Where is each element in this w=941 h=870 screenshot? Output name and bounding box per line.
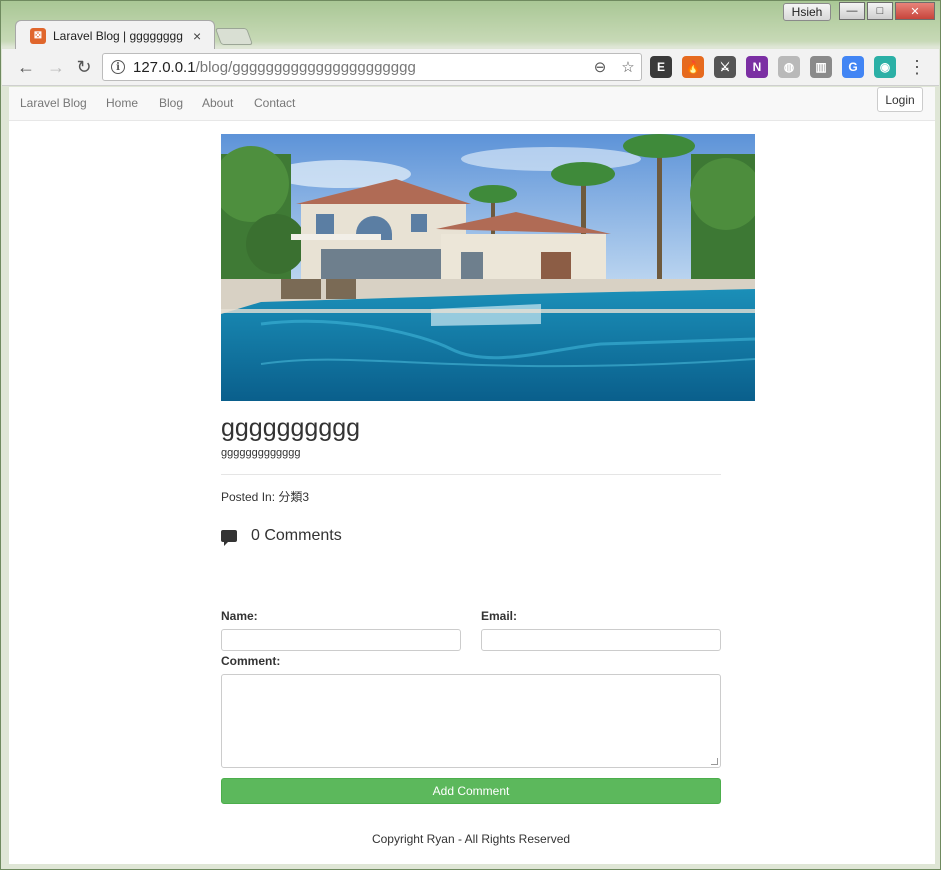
zoom-out-icon[interactable]: ⊖ (591, 58, 609, 76)
site-navbar: Laravel Blog Home Blog About Contact Log… (9, 87, 935, 121)
nav-link-about[interactable]: About (202, 96, 233, 110)
comment-label: Comment: (221, 654, 281, 668)
browser-window: Hsieh — □ ✕ ⊠ Laravel Blog | gggggggg × … (0, 0, 941, 870)
extension-icons: E 🔥 ⚔ N ◍ ▥ G ◉ (650, 56, 906, 78)
login-button[interactable]: Login (877, 87, 923, 112)
onenote-icon[interactable]: N (746, 56, 768, 78)
new-tab-button[interactable] (214, 28, 254, 45)
window-user-badge[interactable]: Hsieh (783, 3, 831, 21)
window-close-button[interactable]: ✕ (895, 2, 935, 20)
eye-icon[interactable]: ◉ (874, 56, 896, 78)
maximize-button[interactable]: □ (867, 2, 893, 20)
browser-toolbar: ← → ↻ i 127.0.0.1/blog/ggggggggggggggggg… (2, 49, 939, 86)
navbar-brand[interactable]: Laravel Blog (20, 96, 87, 110)
nav-link-contact[interactable]: Contact (254, 96, 295, 110)
address-bar[interactable]: i 127.0.0.1/blog/gggggggggggggggggggggg … (102, 53, 642, 81)
barcode-icon[interactable]: ▥ (810, 56, 832, 78)
email-label: Email: (481, 609, 518, 623)
sword-icon[interactable]: ⚔ (714, 56, 736, 78)
nav-link-blog[interactable]: Blog (159, 96, 183, 110)
tab-close-icon[interactable]: × (193, 28, 201, 44)
omnibox-actions: ⊖ ☆ (591, 58, 637, 76)
page-viewport: Laravel Blog Home Blog About Contact Log… (9, 87, 935, 864)
browser-tab[interactable]: ⊠ Laravel Blog | gggggggg × (15, 20, 215, 50)
comments-header: 0 Comments (221, 527, 721, 546)
nav-link-home[interactable]: Home (106, 96, 138, 110)
email-input[interactable] (481, 629, 721, 651)
bookmark-star-icon[interactable]: ☆ (619, 58, 637, 76)
forward-arrow-icon[interactable]: → (42, 53, 70, 81)
footer-copyright: Copyright Ryan - All Rights Reserved (371, 832, 571, 846)
tab-title: Laravel Blog | gggggggg (53, 28, 183, 43)
window-controls: — □ ✕ (839, 2, 935, 20)
reload-icon[interactable]: ↻ (70, 53, 98, 81)
post-title: gggggggggg (221, 414, 361, 442)
name-input[interactable] (221, 629, 461, 651)
url-text[interactable]: 127.0.0.1/blog/gggggggggggggggggggggg (133, 59, 416, 76)
comment-textarea[interactable] (221, 674, 721, 768)
globe-icon[interactable]: ◍ (778, 56, 800, 78)
add-comment-button[interactable]: Add Comment (221, 778, 721, 804)
browser-menu-icon[interactable]: ⋮ (908, 57, 926, 78)
villa-pool-illustration (221, 134, 755, 401)
evernote-icon[interactable]: E (650, 56, 672, 78)
fire-icon[interactable]: 🔥 (682, 56, 704, 78)
comments-count: 0 Comments (251, 527, 342, 544)
post-body: ggggggggggggg (221, 447, 301, 459)
xampp-favicon-icon: ⊠ (30, 27, 46, 44)
comment-form: Name: Email: Comment: Add Comment (221, 609, 721, 804)
post-hero-image (221, 134, 755, 401)
post-content: gggggggggg ggggggggggggg Posted In: 分類3 … (221, 134, 755, 846)
url-host: 127.0.0.1 (133, 58, 196, 76)
translate-icon[interactable]: G (842, 56, 864, 78)
posted-in-category: Posted In: 分類3 (221, 490, 310, 504)
minimize-button[interactable]: — (839, 2, 865, 20)
info-icon[interactable]: i (111, 60, 125, 74)
back-arrow-icon[interactable]: ← (12, 53, 40, 81)
comment-icon (221, 530, 237, 546)
divider (221, 474, 721, 475)
url-path: /blog/gggggggggggggggggggggg (195, 58, 416, 76)
name-label: Name: (221, 609, 258, 623)
